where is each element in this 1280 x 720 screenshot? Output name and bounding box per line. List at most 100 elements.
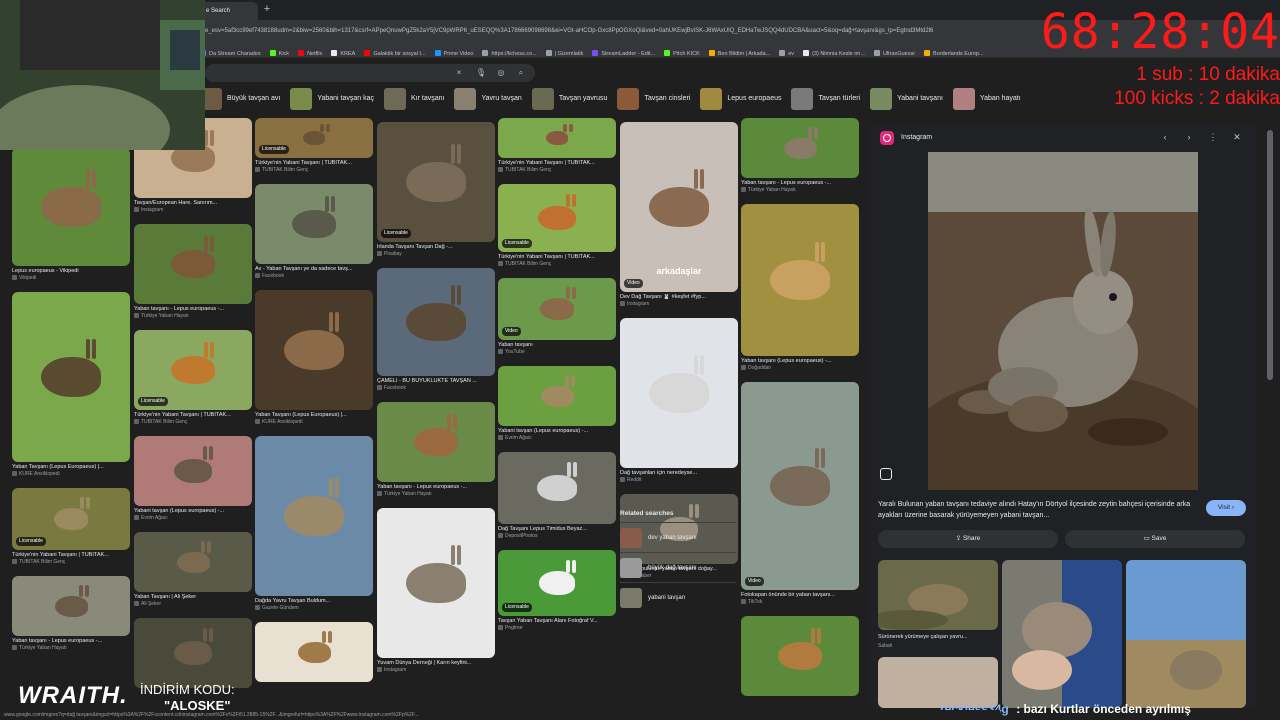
image-caption[interactable]: Yaban tavşanı (Lepus europaeus) -... [741, 358, 859, 364]
image-caption[interactable]: Yaban tavşanı [498, 342, 616, 348]
image-caption[interactable]: Türkiye'nin Yabani Tavşanı | TÜBİTAK... [498, 160, 616, 166]
image-caption[interactable]: Tavşan/European Hare. Sanırım... [134, 200, 252, 206]
image-result-card[interactable]: Dağ Tavşanı Lepus Timidus Beyaz... Deposi… [498, 452, 616, 539]
related-search-item[interactable]: dev yaban tavşanı [620, 522, 736, 552]
image-result-card[interactable]: Licensable Tavşan Yaban Tavşanı Alanı Fot… [498, 550, 616, 631]
image-caption[interactable]: Dağ tavşanları için neredeyse... [620, 470, 738, 476]
image-result-card[interactable]: Video arkadaşlar Dev Dağ Tavşanı 🐰 #keşfet… [620, 122, 738, 307]
scrollbar-thumb[interactable] [1267, 130, 1273, 380]
url-text[interactable]: e_esv=5af3cc99ef7438188udm=2&biw=2560&bi… [205, 25, 1055, 37]
bookmark-item[interactable]: Da Stream Charades [200, 46, 261, 57]
image-thumbnail[interactable] [134, 224, 252, 304]
save-button[interactable]: ▭ Save [1065, 530, 1245, 548]
image-thumbnail[interactable]: Licensable [255, 118, 373, 158]
image-thumbnail[interactable] [12, 576, 130, 636]
suggestion-chip[interactable]: Yabani tavşan kaç [290, 88, 374, 110]
bookmark-item[interactable]: Borderlands Europ... [924, 46, 984, 57]
image-caption[interactable]: Yabani tavşan (Lepus europaeus) -... [134, 508, 252, 514]
panel-source[interactable]: Instagram [901, 131, 932, 145]
bookmark-item[interactable]: ev [779, 46, 794, 57]
image-caption[interactable]: Lepus europaeus - Vikipedi [12, 268, 130, 274]
image-result-card[interactable]: Licensable Irlanda Tavşanı Tavşan Dağ -..… [377, 122, 495, 257]
image-caption[interactable]: Yaban tavşanı - Lepus europaeus -... [377, 484, 495, 490]
image-thumbnail[interactable] [498, 118, 616, 158]
clear-icon[interactable]: × [453, 67, 465, 79]
bookmark-item[interactable]: Ben Bildim | Arkada... [708, 46, 770, 57]
image-thumbnail[interactable]: Video [741, 382, 859, 590]
image-result-card[interactable]: Dağ tavşanları için neredeyse... Reddit [620, 318, 738, 483]
image-result-card[interactable]: Yaban tavşanı - Lepus europaeus -... Türk… [134, 224, 252, 319]
mic-icon[interactable]: 🎙 [475, 67, 487, 79]
image-result-card[interactable]: Yaban tavşanı - Lepus europaeus -... Türk… [12, 576, 130, 651]
suggestion-chip[interactable]: Yavru tavşan [454, 88, 522, 110]
suggestion-chip[interactable]: Tavşan cinsleri [617, 88, 690, 110]
image-thumbnail[interactable] [377, 402, 495, 482]
share-button[interactable]: ⇪ Share [878, 530, 1058, 548]
image-result-card[interactable]: Av - Yaban Tavşanı ye da sadece tavş... F… [255, 184, 373, 279]
lens-icon[interactable]: ◎ [495, 67, 507, 79]
suggestion-chip[interactable]: Kır tavşanı [384, 88, 444, 110]
image-caption[interactable]: Yaban Tavşanı (Lepus Europaeus) |... [255, 412, 373, 418]
suggestion-chip[interactable]: Tavşan türleri [791, 88, 860, 110]
image-result-card[interactable]: Licensable Türkiye'nin Yabani Tavşanı | T… [134, 330, 252, 425]
image-result-card[interactable] [255, 622, 373, 682]
image-thumbnail[interactable]: Licensable [498, 550, 616, 616]
image-result-card[interactable]: Yaban tavşanı (Lepus europaeus) -... Doğa… [741, 204, 859, 371]
image-caption[interactable]: Türkiye'nin Yabani Tavşanı | TÜBİTAK... [255, 160, 373, 166]
bookmark-item[interactable]: Netflix [298, 46, 322, 57]
more-options-icon[interactable]: ⋮ [1206, 130, 1220, 144]
suggestion-chip[interactable]: Büyük tavşan avı [200, 88, 280, 110]
browser-tab-active[interactable]: e Search [200, 2, 258, 20]
image-caption[interactable]: Av - Yaban Tavşanı ye da sadece tavş... [255, 266, 373, 272]
image-thumbnail[interactable]: Video [498, 278, 616, 340]
image-result-card[interactable]: Dağda Yavru Tavşan Buldum... Gazete Günde… [255, 436, 373, 611]
related-search-item[interactable]: büyük dağ tavşanı [620, 552, 736, 582]
image-thumbnail[interactable] [377, 268, 495, 376]
image-caption[interactable]: Yuvam Dünya Derneği | Karın keyfini... [377, 660, 495, 666]
close-icon[interactable]: ✕ [1230, 130, 1244, 144]
image-result-card[interactable]: Yuvam Dünya Derneği | Karın keyfini... In… [377, 508, 495, 673]
suggestion-chip[interactable]: Yabani tavşanı [870, 88, 943, 110]
lens-search-icon[interactable] [880, 468, 892, 480]
image-thumbnail[interactable] [134, 436, 252, 506]
image-thumbnail[interactable] [741, 616, 859, 696]
image-caption[interactable]: Türkiye'nin Yabani Tavşanı | TÜBİTAK... [134, 412, 252, 418]
bookmark-item[interactable]: Kick [269, 46, 289, 57]
image-thumbnail[interactable]: Licensable [12, 488, 130, 550]
image-caption[interactable]: Yaban tavşanı - Lepus europaeus -... [741, 180, 859, 186]
image-result-card[interactable]: Yaban Tavşanı (Lepus Europaeus) |... KURE… [12, 292, 130, 477]
visit-button[interactable]: Visit › [1206, 500, 1246, 516]
image-caption[interactable]: Yaban tavşanı - Lepus europaeus -... [12, 638, 130, 644]
image-result-card[interactable]: Yaban Tavşanı (Lepus Europaeus) |... KURE… [255, 290, 373, 425]
image-thumbnail[interactable] [255, 622, 373, 682]
image-result-card[interactable]: Lepus europaeus - Vikipedi Vikipedi [12, 148, 130, 281]
image-result-card[interactable]: Yabani tavşan (Lepus europaeus) -... Evri… [498, 366, 616, 441]
image-result-card[interactable] [741, 616, 859, 696]
image-thumbnail[interactable] [255, 436, 373, 596]
bookmark-item[interactable]: UltraxGuessr [873, 46, 915, 57]
panel-title[interactable]: Yaralı Bulunan yaban tavşanı tedaviye al… [878, 499, 1198, 521]
image-result-card[interactable]: Yabani tavşan (Lepus europaeus) -... Evri… [134, 436, 252, 521]
image-thumbnail[interactable] [377, 508, 495, 658]
bookmark-item[interactable]: KREA [331, 46, 355, 57]
suggestion-chip[interactable]: Lepus europaeus [700, 88, 781, 110]
image-result-card[interactable]: Licensable Türkiye'nin Yabani Tavşanı | T… [498, 184, 616, 267]
image-thumbnail[interactable] [498, 452, 616, 524]
image-caption[interactable]: Yaban tavşanı - Lepus europaeus -... [134, 306, 252, 312]
prev-icon[interactable]: ‹ [1158, 130, 1172, 144]
bookmark-item[interactable]: (3) Nimnia Kesle on... [803, 46, 865, 57]
image-thumbnail[interactable] [12, 148, 130, 266]
image-caption[interactable]: Yaban Tavşanı | Ali Şeker [134, 594, 252, 600]
image-caption[interactable]: Fotokapan önünde bir yaban tavşanı... [741, 592, 859, 598]
image-thumbnail[interactable] [134, 532, 252, 592]
related-image[interactable] [1126, 560, 1246, 708]
search-input[interactable]: × 🎙 ◎ ⌕ [205, 64, 535, 82]
related-search-item[interactable]: yabani tavşan [620, 582, 736, 612]
bookmark-item[interactable]: | Gizemlatik [545, 46, 583, 57]
image-result-card[interactable]: Licensable Türkiye'nin Yabani Tavşanı | T… [255, 118, 373, 173]
image-result-card[interactable]: Yaban tavşanı - Lepus europaeus -... Türk… [741, 118, 859, 193]
next-icon[interactable]: › [1182, 130, 1196, 144]
image-caption[interactable]: Irlanda Tavşanı Tavşan Dağ -... [377, 244, 495, 250]
preview-image[interactable] [928, 152, 1198, 490]
bookmark-item[interactable]: Galaktik bir sosyal t... [364, 46, 426, 57]
